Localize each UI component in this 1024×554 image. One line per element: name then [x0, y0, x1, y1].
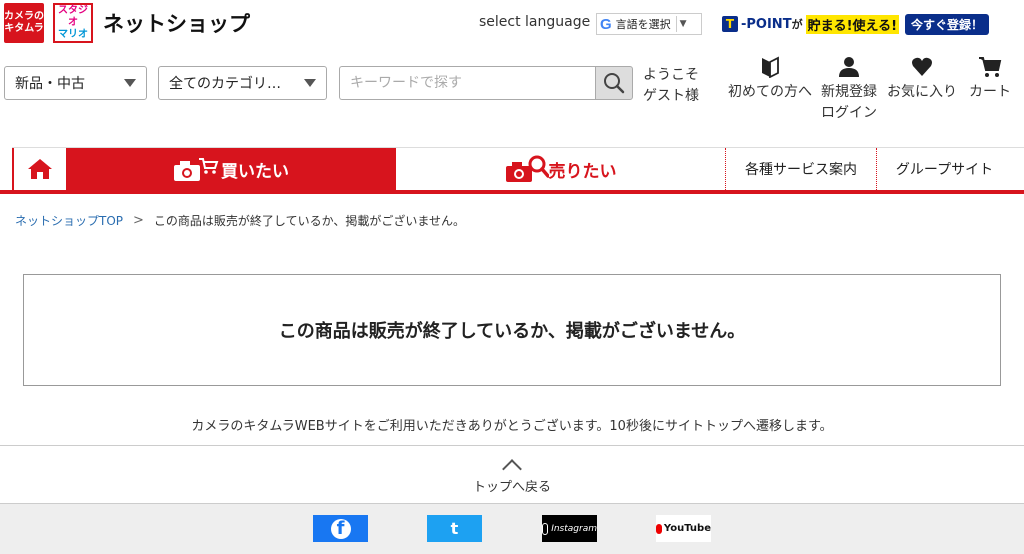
instagram-label: Instagram — [551, 523, 597, 534]
caret-down-icon — [124, 79, 136, 87]
nav-group-sites[interactable]: グループサイト — [876, 148, 1012, 190]
user-icon — [839, 57, 859, 77]
tpoint-banner[interactable]: T -POINT が 貯まる!使える! 今すぐ登録！ — [722, 13, 990, 35]
tpoint-connector: が — [791, 18, 803, 31]
nav-buy-label: 買いたい — [221, 161, 289, 182]
keyword-input[interactable] — [339, 66, 595, 100]
site-title[interactable]: ネットショップ — [103, 8, 250, 38]
condition-select[interactable]: 新品・中古 — [4, 66, 147, 100]
nav-buy[interactable]: 買いたい — [66, 148, 396, 190]
nav-bottom-bar — [0, 190, 1024, 194]
tpoint-logo-icon: T — [722, 16, 738, 32]
youtube-link[interactable]: YouTube — [656, 515, 711, 542]
footer — [0, 503, 1024, 554]
youtube-label: YouTube — [663, 523, 711, 534]
breadcrumb-current: この商品は販売が終了しているか、掲載がございません。 — [153, 214, 465, 228]
condition-select-value: 新品・中古 — [15, 76, 85, 92]
youtube-icon — [656, 523, 662, 534]
category-select-value: 全てのカテゴリ… — [169, 76, 281, 92]
studio-mario-logo[interactable]: スタジオ マリオ — [53, 3, 93, 43]
language-label: select language — [479, 14, 591, 30]
beginner-link[interactable]: 初めての方へ — [727, 56, 813, 103]
camera-search-icon — [505, 155, 549, 182]
twitter-icon: t — [450, 519, 459, 538]
caret-down-icon — [304, 79, 316, 87]
category-select[interactable]: 全てのカテゴリ… — [158, 66, 327, 100]
google-icon: G — [600, 15, 612, 33]
favorites-link[interactable]: お気に入り — [886, 56, 958, 103]
tpoint-register-button[interactable]: 今すぐ登録！ — [905, 13, 990, 35]
register-login-link[interactable]: 新規登録 ログイン — [818, 56, 880, 124]
redirect-notice: カメラのキタムラWEBサイトをご利用いただきありがとうございます。10秒後にサイ… — [191, 419, 833, 434]
language-select-label: 言語を選択 — [615, 18, 671, 31]
twitter-link[interactable]: t — [427, 515, 482, 542]
tpoint-copy: 貯まる!使える! — [805, 14, 900, 34]
language-select[interactable]: G 言語を選択 ▼ — [596, 13, 702, 35]
search-button[interactable] — [595, 66, 633, 100]
nav-services[interactable]: 各種サービス案内 — [725, 148, 876, 190]
search-icon — [604, 73, 625, 94]
camera-cart-icon — [174, 158, 219, 181]
kitamura-logo[interactable]: カメラの キタムラ — [4, 3, 44, 43]
cart-icon — [979, 57, 1002, 77]
tpoint-name: -POINT — [741, 16, 792, 32]
back-to-top-button[interactable]: トップへ戻る — [0, 445, 1024, 503]
nav-sell[interactable]: 売りたい — [397, 148, 724, 190]
heart-icon — [912, 57, 932, 76]
not-found-message: この商品は販売が終了しているか、掲載がございません。 — [23, 274, 1001, 386]
nav-sell-label: 売りたい — [548, 161, 617, 182]
facebook-icon: f — [330, 518, 351, 539]
welcome-message: ようこそ ゲスト様 — [643, 67, 699, 104]
chevron-right-icon: > — [133, 213, 144, 228]
breadcrumb: ネットショップTOP > この商品は販売が終了しているか、掲載がございません。 — [15, 212, 465, 229]
nav-home[interactable] — [12, 148, 66, 190]
register-label: 新規登録 — [821, 84, 877, 100]
login-label: ログイン — [821, 105, 877, 121]
home-icon — [28, 159, 52, 179]
breadcrumb-home-link[interactable]: ネットショップTOP — [15, 212, 123, 229]
beginner-mark-icon — [762, 56, 779, 78]
language-select-divider — [675, 16, 677, 32]
facebook-link[interactable]: f — [313, 515, 368, 542]
chevron-down-icon: ▼ — [679, 19, 687, 29]
cart-link[interactable]: カート — [964, 56, 1016, 103]
instagram-link[interactable]: Instagram — [542, 515, 597, 542]
instagram-icon — [542, 522, 549, 535]
